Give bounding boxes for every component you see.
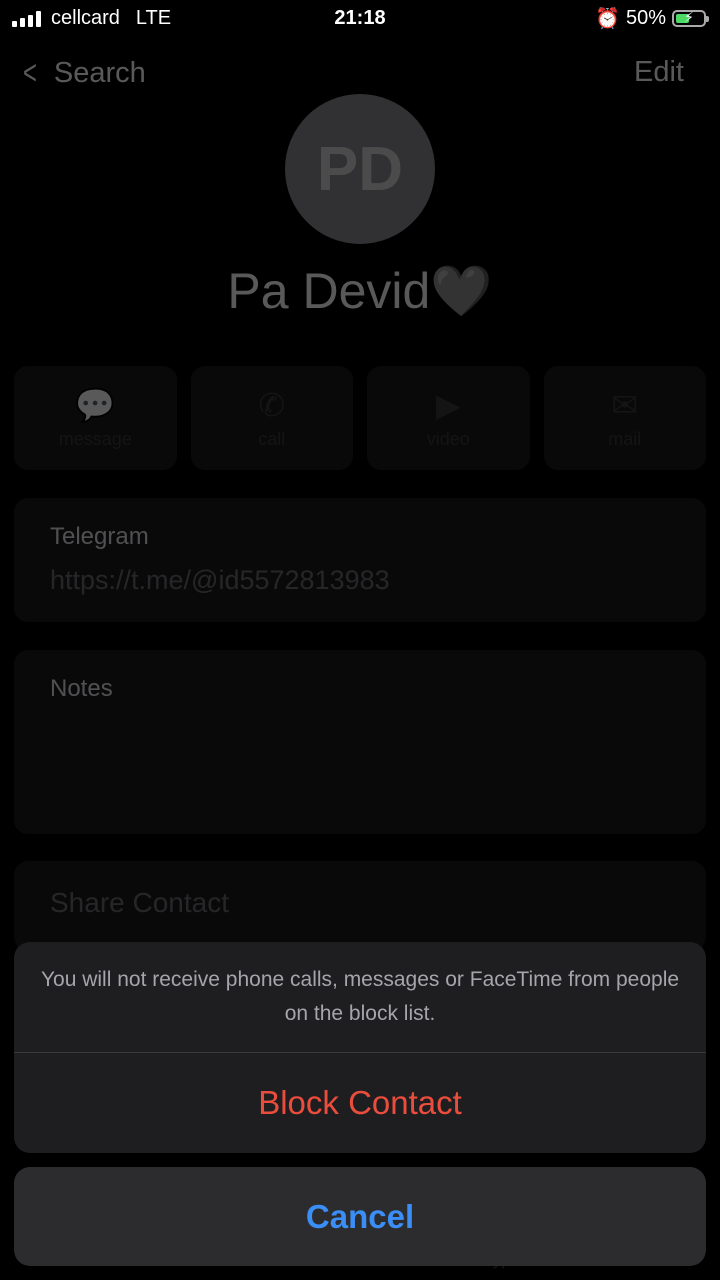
action-sheet: You will not receive phone calls, messag… <box>14 942 706 1153</box>
share-contact-button[interactable]: Share Contact <box>14 861 706 951</box>
video-button[interactable]: ▶ video <box>367 366 530 470</box>
action-sheet-message: You will not receive phone calls, messag… <box>14 942 706 1053</box>
navigation-bar: < Search Edit <box>0 50 720 96</box>
phone-icon: ✆ <box>258 386 286 423</box>
chevron-left-icon: < <box>22 54 37 92</box>
alarm-icon: ⏰ <box>595 8 620 30</box>
charging-bolt-icon: ⚡ <box>684 9 694 25</box>
mail-label: mail <box>608 428 642 449</box>
mail-icon: ✉ <box>611 386 639 423</box>
battery-icon: ⚡ <box>672 9 709 27</box>
block-contact-button[interactable]: Block Contact <box>14 1053 706 1153</box>
edit-button[interactable]: Edit <box>634 56 684 89</box>
back-button[interactable]: < Search <box>20 54 146 93</box>
quick-actions: 💬 message ✆ call ▶ video ✉ mail <box>14 366 706 470</box>
call-label: call <box>258 428 286 449</box>
video-icon: ▶ <box>435 386 461 423</box>
message-icon: 💬 <box>75 386 116 423</box>
telegram-link[interactable]: https://t.me/@id5572813983 <box>50 565 706 596</box>
back-label: Search <box>53 57 146 89</box>
status-bar: cellcard LTE 21:18 ⏰ 50% ⚡ <box>0 0 720 38</box>
status-right: ⏰ 50% ⚡ <box>595 6 709 31</box>
cancel-button[interactable]: Cancel <box>14 1167 706 1266</box>
message-label: message <box>58 428 132 449</box>
battery-percent: 50% <box>625 7 666 29</box>
video-label: video <box>426 428 470 449</box>
mail-button[interactable]: ✉ mail <box>543 366 706 470</box>
message-button[interactable]: 💬 message <box>14 366 177 470</box>
notes-field[interactable]: Notes <box>14 650 706 834</box>
contact-name: Pa Devid🩶 <box>227 263 493 319</box>
avatar: PD <box>285 94 435 244</box>
telegram-title: Telegram <box>50 523 149 550</box>
share-contact-label: Share Contact <box>50 887 229 918</box>
notes-title: Notes <box>50 675 113 702</box>
call-button[interactable]: ✆ call <box>190 366 353 470</box>
telegram-field[interactable]: Telegram https://t.me/@id5572813983 <box>14 498 706 622</box>
